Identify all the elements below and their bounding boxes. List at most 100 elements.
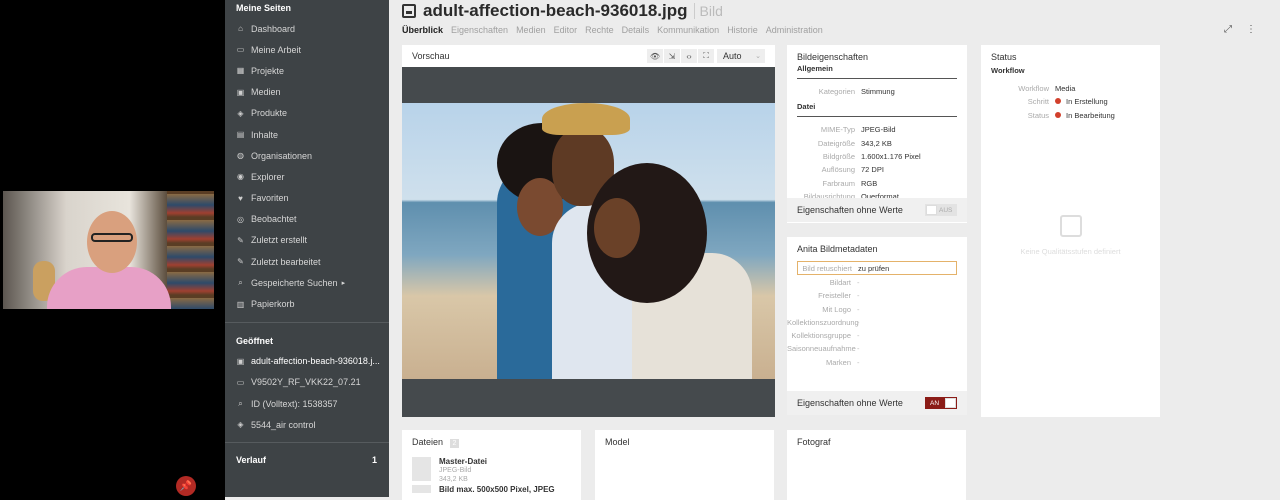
tab-details[interactable]: Details — [622, 25, 650, 35]
status-dot-icon — [1055, 111, 1061, 118]
retouch-label: Bild retuschiert — [802, 263, 852, 273]
home-icon: ⌂ — [238, 24, 243, 34]
search-icon: ⌕ — [238, 398, 243, 408]
sidebar-item[interactable]: ◍ Organisationen — [225, 145, 389, 166]
field-value-text: - — [857, 357, 860, 367]
resize-icon[interactable]: ⇲ — [664, 49, 680, 63]
sidebar-item[interactable]: ⌕ Gespeicherte Suchen ▸ — [225, 272, 389, 293]
heart-icon: ♥ — [238, 193, 243, 203]
retouch-field[interactable]: Bild retuschiert zu prüfen — [797, 261, 957, 275]
sidebar-item[interactable]: ◈ Produkte — [225, 103, 389, 124]
field-value: - — [857, 318, 860, 328]
preview-image — [402, 103, 775, 379]
sidebar-item[interactable]: ▥ Papierkorb — [225, 293, 389, 314]
pin-icon[interactable]: 📌 — [176, 476, 196, 496]
expand-icon[interactable]: ⤢ — [1224, 24, 1232, 35]
file-item[interactable]: Master-Datei JPEG-Bild 343,2 KB — [402, 457, 581, 484]
sidebar-item[interactable]: ◎ Beobachtet — [225, 209, 389, 230]
preview-title: Vorschau — [412, 51, 450, 61]
tab-editor[interactable]: Editor — [554, 25, 578, 35]
sidebar-item[interactable]: ▭ Meine Arbeit — [225, 39, 389, 60]
sidebar-item-label: Beobachtet — [251, 214, 297, 225]
page-title: adult-affection-beach-936018.jpg — [423, 1, 688, 20]
card-icon: ▭ — [236, 377, 245, 387]
tab-rechte[interactable]: Rechte — [585, 25, 614, 35]
field-row: Kollektionszuordnung - — [787, 316, 967, 329]
anita-empty-toggle[interactable]: AN — [925, 397, 957, 409]
sidebar-item-label: Gespeicherte Suchen — [251, 277, 338, 288]
toggle-knob — [945, 398, 956, 408]
field-value-text: - — [857, 344, 860, 354]
field-row: Mit Logo - — [787, 303, 967, 316]
field-value-text: Stimmung — [861, 87, 895, 97]
sidebar-item-label: Organisationen — [251, 150, 313, 161]
files-panel: Dateien 2 Master-Datei JPEG-Bild 343,2 K… — [402, 430, 581, 500]
sidebar-item[interactable]: ▣ Medien — [225, 82, 389, 103]
sidebar-item[interactable]: ✎ Zuletzt erstellt — [225, 230, 389, 251]
code-icon[interactable]: ‹› — [681, 49, 697, 63]
file-fields: MIME-Typ JPEG-Bild Dateigröße 343,2 KB Bildg… — [787, 123, 967, 203]
sidebar-item[interactable]: ⌕ ID (Volltext): 1538357 — [225, 393, 389, 414]
sidebar-item[interactable]: ◈ 5544_air control — [225, 414, 389, 435]
sidebar-item[interactable]: ⌂ Dashboard — [225, 18, 389, 39]
zoom-select[interactable]: Auto ⌄ — [717, 49, 765, 63]
sidebar-heading: Meine Seiten — [236, 3, 292, 13]
sidebar-item[interactable]: ▣ adult-affection-beach-936018.j... — [225, 351, 389, 372]
sidebar: Meine Seiten ⌂ Dashboard ▭ Meine Arbeit ▦ Pro… — [225, 0, 389, 497]
file-item[interactable]: Bild max. 500x500 Pixel, JPEG — [402, 485, 581, 494]
sidebar-item[interactable]: ♥ Favoriten — [225, 188, 389, 209]
tab-kommunikation[interactable]: Kommunikation — [657, 25, 719, 35]
eye-icon[interactable]: 👁 — [647, 49, 663, 63]
main-area: adult-affection-beach-936018.jpg Bild Üb… — [389, 0, 1280, 500]
field-label: Workflow — [1018, 84, 1049, 94]
preview-canvas[interactable] — [402, 67, 775, 417]
properties-empty-toggle[interactable]: AUS — [925, 204, 957, 216]
file-size: 343,2 KB — [439, 476, 468, 483]
field-value-text: 72 DPI — [861, 165, 884, 175]
field-value: JPEG-Bild — [861, 125, 896, 134]
sidebar-history[interactable]: Verlauf 1 — [225, 455, 389, 465]
field-label: Kategorien — [818, 87, 855, 97]
tab-eigenschaften[interactable]: Eigenschaften — [451, 25, 508, 35]
sidebar-item[interactable]: ✎ Zuletzt bearbeitet — [225, 251, 389, 272]
sidebar-item[interactable]: ▦ Projekte — [225, 60, 389, 81]
project-icon: ▦ — [236, 66, 245, 76]
file-icon — [412, 485, 431, 493]
field-row: Kategorien Stimmung — [787, 85, 967, 98]
field-label: Farbraum — [822, 178, 855, 188]
files-title: Dateien — [412, 437, 444, 447]
field-value: 343,2 KB — [861, 139, 892, 148]
sidebar-item-label: Zuletzt erstellt — [251, 235, 308, 246]
sidebar-item-label: Medien — [251, 87, 281, 98]
more-vertical-icon[interactable]: ⋮ — [1246, 24, 1256, 35]
field-label: Kollektionszuordnung — [787, 317, 859, 327]
sidebar-item[interactable]: ▭ V9502Y_RF_VKK22_07.21 — [225, 372, 389, 393]
tab-administration[interactable]: Administration — [766, 25, 823, 35]
field-row: Bildart - — [787, 276, 967, 289]
sidebar-item-label: Favoriten — [251, 193, 289, 204]
field-row: Marken - — [787, 356, 967, 369]
sidebar-item-label: 5544_air control — [251, 419, 316, 430]
field-label: Mit Logo — [822, 304, 851, 314]
divider — [797, 116, 957, 118]
field-row: Schritt In Erstellung — [981, 95, 1160, 108]
field-value-text: - — [857, 317, 860, 327]
tab-medien[interactable]: Medien — [516, 25, 546, 35]
model-panel: Model — [595, 430, 774, 500]
fullscreen-icon[interactable]: ⛶ — [698, 49, 714, 63]
sidebar-item[interactable]: ▤ Inhalte — [225, 124, 389, 145]
quality-placeholder: Keine Qualitätsstufen definiert — [981, 215, 1160, 256]
field-value: In Erstellung — [1055, 97, 1108, 106]
chevron-down-icon: ⌄ — [755, 53, 761, 60]
toggle-label: AN — [930, 399, 940, 407]
tab-überblick[interactable]: Überblick — [402, 25, 443, 35]
screen-frame: Meine Seiten ⌂ Dashboard ▭ Meine Arbeit ▦ Pro… — [0, 0, 1280, 500]
image-icon — [402, 4, 416, 18]
field-label: MIME-Typ — [820, 125, 855, 135]
field-value-text: In Erstellung — [1066, 97, 1108, 107]
sidebar-item[interactable]: ◉ Explorer — [225, 166, 389, 187]
tab-historie[interactable]: Historie — [727, 25, 758, 35]
sidebar-item-label: Meine Arbeit — [251, 44, 302, 55]
general-heading: Allgemein — [797, 64, 833, 73]
field-value: Stimmung — [861, 87, 895, 96]
